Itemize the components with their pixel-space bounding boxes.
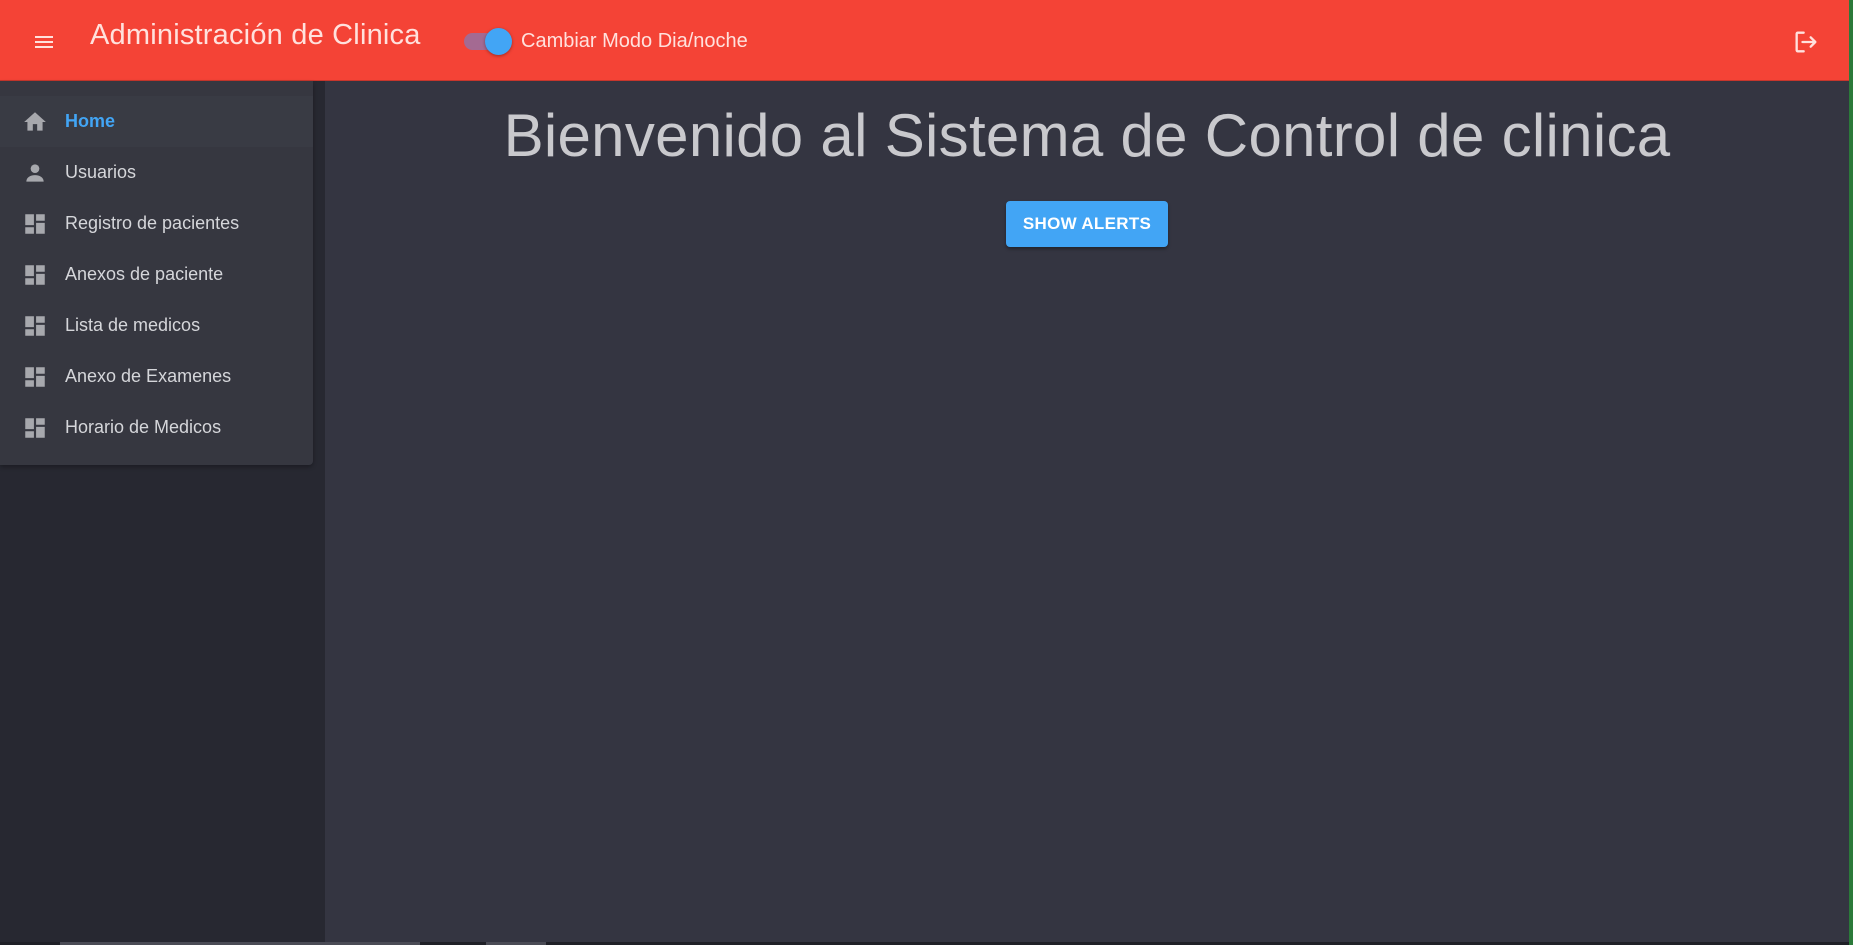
dashboard-icon <box>22 211 48 237</box>
sidebar-drawer: Home Usuarios Registro de pacientes Anex… <box>0 81 325 945</box>
day-night-toggle[interactable] <box>462 27 514 55</box>
window-edge <box>1849 0 1853 945</box>
logout-icon <box>1795 31 1817 53</box>
sidebar-item-label: Registro de pacientes <box>65 213 240 233</box>
sidebar-item-usuarios[interactable]: Usuarios <box>0 147 313 198</box>
dashboard-icon <box>22 415 48 441</box>
menu-button[interactable] <box>26 24 62 60</box>
page-title: Bienvenido al Sistema de Control de clin… <box>503 102 1671 169</box>
menu-icon <box>35 36 53 48</box>
logout-button[interactable] <box>1788 24 1824 60</box>
dashboard-icon <box>22 262 48 288</box>
toggle-label: Cambiar Modo Dia/noche <box>521 30 748 52</box>
person-icon <box>22 160 48 186</box>
toggle-thumb <box>485 28 512 55</box>
sidebar-item-home[interactable]: Home <box>0 96 313 147</box>
sidebar-item-label: Horario de Medicos <box>65 417 222 437</box>
sidebar-item-label: Anexo de Examenes <box>65 366 232 386</box>
sidebar-nav: Home Usuarios Registro de pacientes Anex… <box>0 81 313 465</box>
dashboard-icon <box>22 364 48 390</box>
home-icon <box>22 109 48 135</box>
sidebar-item-anexos-de-paciente[interactable]: Anexos de paciente <box>0 249 313 300</box>
app-title: Administración de Clinica <box>90 19 421 51</box>
sidebar-item-label: Home <box>65 111 116 131</box>
sidebar-item-label: Anexos de paciente <box>65 264 224 284</box>
sidebar-item-lista-de-medicos[interactable]: Lista de medicos <box>0 300 313 351</box>
sidebar-item-label: Usuarios <box>65 162 137 182</box>
sidebar-item-registro-de-pacientes[interactable]: Registro de pacientes <box>0 198 313 249</box>
show-alerts-button[interactable]: SHOW ALERTS <box>1006 201 1168 247</box>
app-bar: Administración de Clinica Cambiar Modo D… <box>0 0 1853 81</box>
sidebar-item-horario-de-medicos[interactable]: Horario de Medicos <box>0 402 313 453</box>
sidebar-item-label: Lista de medicos <box>65 315 201 335</box>
sidebar-item-anexo-de-examenes[interactable]: Anexo de Examenes <box>0 351 313 402</box>
dashboard-icon <box>22 313 48 339</box>
main-content: Bienvenido al Sistema de Control de clin… <box>325 81 1849 945</box>
